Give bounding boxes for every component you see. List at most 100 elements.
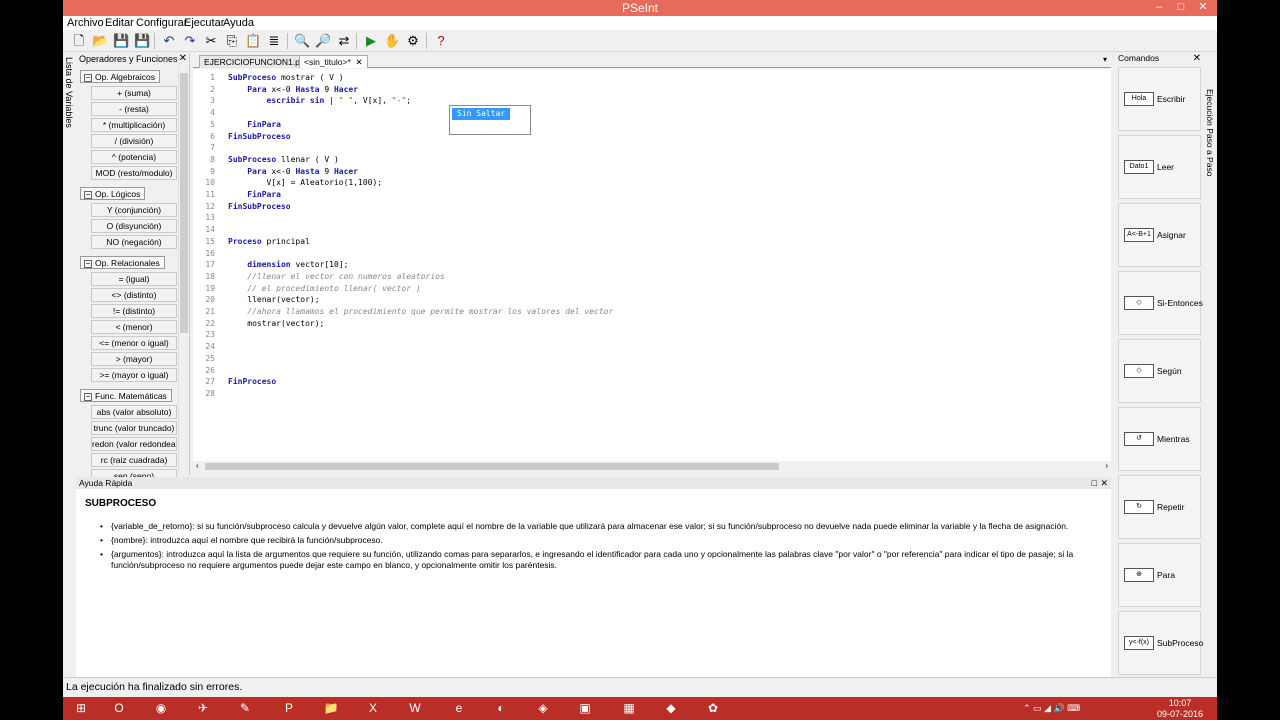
app-icon[interactable]: ✈ xyxy=(185,698,221,719)
operator-button[interactable]: O (disyunción) xyxy=(91,219,177,233)
powerpoint-icon[interactable]: P xyxy=(271,698,307,719)
new-file-icon[interactable]: 🗋 xyxy=(71,33,87,49)
command-seg-n[interactable]: ◇ Según xyxy=(1118,339,1201,403)
operator-button[interactable]: * (multiplicación) xyxy=(91,118,177,132)
autocomplete-popup[interactable]: Sin Saltar xyxy=(449,105,531,135)
code-line[interactable]: FinSubProceso xyxy=(228,132,291,141)
operator-button[interactable]: redon (valor redondeado) xyxy=(91,437,177,451)
code-line[interactable]: dimension vector[10]; xyxy=(228,260,348,269)
operator-button[interactable]: + (suma) xyxy=(91,86,177,100)
menu-ayuda[interactable]: Ayuda xyxy=(223,16,254,30)
command-para[interactable]: ⊕ Para xyxy=(1118,543,1201,607)
outlook-icon[interactable]: O xyxy=(101,698,137,719)
operator-button[interactable]: < (menor) xyxy=(91,320,177,334)
operator-button[interactable]: / (división) xyxy=(91,134,177,148)
operator-button[interactable]: trunc (valor truncado) xyxy=(91,421,177,435)
minimize-icon[interactable]: – xyxy=(1148,0,1170,16)
redo-icon[interactable]: ↷ xyxy=(182,33,198,49)
close-icon[interactable]: ✕ xyxy=(1193,53,1201,64)
operator-group-header[interactable]: − Op. Lógicos xyxy=(80,187,146,200)
code-line[interactable]: SubProceso mostrar ( V ) xyxy=(228,73,344,82)
operator-button[interactable]: > (mayor) xyxy=(91,352,177,366)
app-icon[interactable]: ▣ xyxy=(567,698,603,719)
code-line[interactable]: llenar(vector); xyxy=(228,295,319,304)
excel-icon[interactable]: X xyxy=(355,698,391,719)
operator-group-header[interactable]: − Func. Matemáticas xyxy=(80,389,172,402)
operator-button[interactable]: NO (negación) xyxy=(91,235,177,249)
code-line[interactable]: escribir sin | " ", V[x], "-"; xyxy=(228,96,412,105)
word-icon[interactable]: W xyxy=(397,698,433,719)
tab-ejerciciofuncion1[interactable]: EJERCICIOFUNCION1.psc xyxy=(199,55,314,68)
command-escribir[interactable]: Hola Escribir xyxy=(1118,67,1201,131)
operator-button[interactable]: rc (raiz cuadrada) xyxy=(91,453,177,467)
debug-icon[interactable]: ⚙ xyxy=(405,33,421,49)
operator-button[interactable]: Y (conjunción) xyxy=(91,203,177,217)
step-by-step-strip[interactable]: Ejecución Paso a Paso xyxy=(1203,53,1217,677)
find-next-icon[interactable]: 🔎 xyxy=(315,33,331,49)
close-icon[interactable]: ✕ xyxy=(1192,0,1214,16)
internet-explorer-icon[interactable]: e xyxy=(441,698,477,719)
autocomplete-option[interactable]: Sin Saltar xyxy=(452,108,511,120)
menu-ejecutar[interactable]: Ejecutar xyxy=(184,16,224,30)
find-icon[interactable]: 🔍 xyxy=(294,33,310,49)
menu-configurar[interactable]: Configurar xyxy=(136,16,187,30)
code-line[interactable]: FinPara xyxy=(228,120,281,129)
variables-strip[interactable]: Lista de Variables xyxy=(63,53,76,478)
taskbar-clock[interactable]: 10:07 09-07-2016 xyxy=(1155,698,1205,720)
code-line[interactable]: //ahora llamamos el procedimiento que pe… xyxy=(228,307,613,316)
editor-horizontal-scrollbar[interactable]: ‹ › xyxy=(193,461,1111,472)
undo-icon[interactable]: ↶ xyxy=(161,33,177,49)
command-repetir[interactable]: ↻ Repetir xyxy=(1118,475,1201,539)
command-leer[interactable]: Dato1 Leer xyxy=(1118,135,1201,199)
command-subproceso[interactable]: y<-f(x) SubProceso xyxy=(1118,611,1203,675)
cut-icon[interactable]: ✂ xyxy=(203,33,219,49)
operator-button[interactable]: = (igual) xyxy=(91,272,177,286)
operator-group-header[interactable]: − Op. Algebraicos xyxy=(80,70,161,83)
tab-menu-icon[interactable]: ▾ xyxy=(1103,55,1107,64)
operators-scrollbar[interactable] xyxy=(178,65,189,474)
code-editor[interactable]: Sin Saltar 1 SubProceso mostrar ( V ) 2 Pa… xyxy=(193,69,1111,461)
firefox-icon[interactable]: ◐ xyxy=(483,698,519,719)
command-si-entonces[interactable]: ◇ Si-Entonces xyxy=(1118,271,1203,335)
operator-button[interactable]: MOD (resto/modulo) xyxy=(91,166,177,180)
operator-button[interactable]: - (resta) xyxy=(91,102,177,116)
code-line[interactable] xyxy=(228,108,267,117)
windows-start-icon[interactable]: ⊞ xyxy=(63,698,99,719)
command-mientras[interactable]: ↺ Mientras xyxy=(1118,407,1201,471)
copy-icon[interactable]: ⎘ xyxy=(224,33,240,49)
maximize-icon[interactable]: □ xyxy=(1170,0,1192,16)
open-folder-icon[interactable]: 📂 xyxy=(92,33,108,49)
code-line[interactable]: Para x<-0 Hasta 9 Hacer xyxy=(228,85,358,94)
pseint-taskbar-icon[interactable]: ✿ xyxy=(695,698,731,719)
menu-archivo[interactable]: Archivo xyxy=(67,16,104,30)
code-line[interactable]: SubProceso llenar ( V ) xyxy=(228,155,339,164)
file-explorer-icon[interactable]: 📁 xyxy=(313,698,349,719)
save-as-icon[interactable]: 💾 xyxy=(134,33,150,49)
tray-icons[interactable]: ⌃ ▭ ◢ 🔊 ⌨ xyxy=(1023,703,1080,714)
code-line[interactable]: V[x] = Aleatorio(1,100); xyxy=(228,178,383,187)
operator-button[interactable]: ^ (potencia) xyxy=(91,150,177,164)
operator-group-header[interactable]: − Op. Relacionales xyxy=(80,256,165,269)
replace-icon[interactable]: ⇄ xyxy=(336,33,352,49)
chrome-icon[interactable]: ◉ xyxy=(143,698,179,719)
app-icon[interactable]: ▦ xyxy=(611,698,647,719)
run-icon[interactable]: ▶ xyxy=(363,33,379,49)
code-line[interactable]: mostrar(vector); xyxy=(228,319,324,328)
help-icon[interactable]: ? xyxy=(433,33,449,49)
code-line[interactable]: // el procedimiento llenar( vector ) xyxy=(228,284,420,293)
operator-button[interactable]: abs (valor absoluto) xyxy=(91,405,177,419)
save-icon[interactable]: 💾 xyxy=(113,33,129,49)
menu-editar[interactable]: Editar xyxy=(105,16,134,30)
operator-button[interactable]: <> (distinto) xyxy=(91,288,177,302)
code-line[interactable]: Proceso principal xyxy=(228,237,310,246)
code-line[interactable]: //llenar el vector con numeros aleatorio… xyxy=(228,272,444,281)
tab-sin-titulo[interactable]: <sin_titulo>* ✕ xyxy=(299,55,368,68)
app-icon[interactable]: ◆ xyxy=(653,698,689,719)
code-line[interactable]: FinProceso xyxy=(228,377,276,386)
operator-button[interactable]: >= (mayor o igual) xyxy=(91,368,177,382)
step-icon[interactable]: ✋ xyxy=(384,33,400,49)
maximize-icon[interactable]: □ xyxy=(1092,477,1097,489)
code-line[interactable]: FinPara xyxy=(228,190,281,199)
paste-icon[interactable]: 📋 xyxy=(245,33,261,49)
operator-button[interactable]: <= (menor o igual) xyxy=(91,336,177,350)
